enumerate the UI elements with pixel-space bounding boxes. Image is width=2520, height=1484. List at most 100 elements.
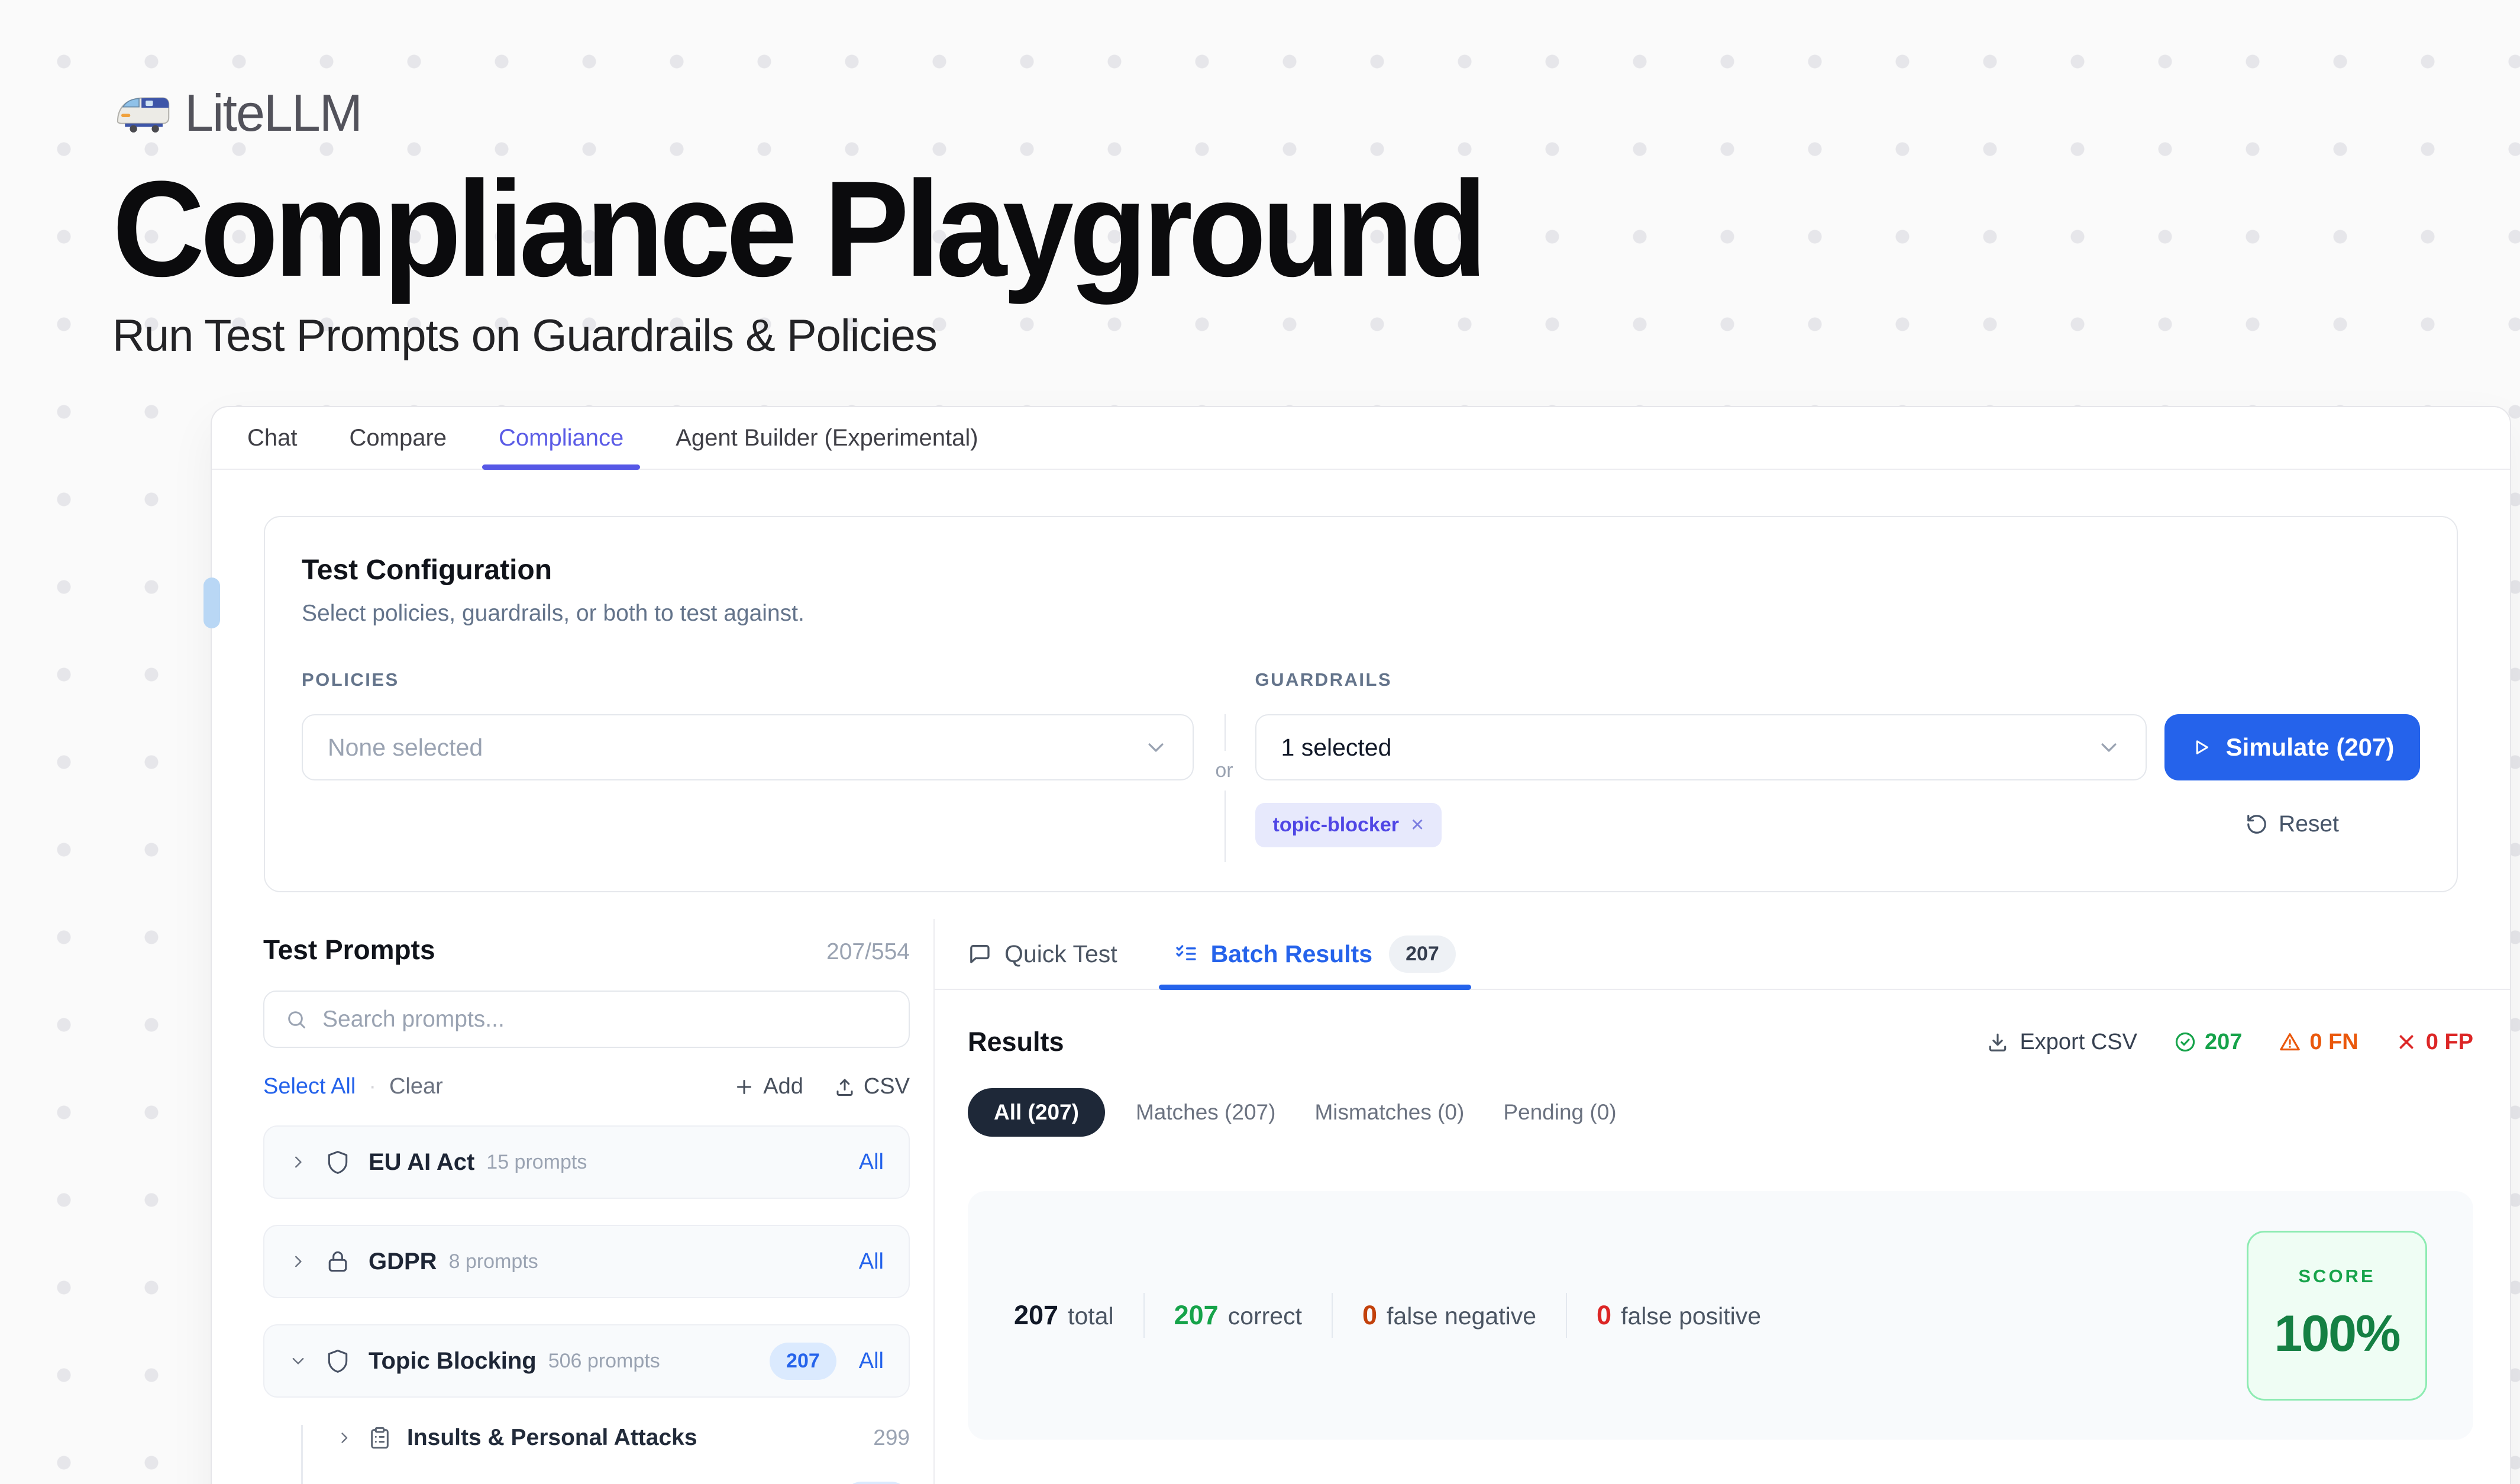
batch-results-label: Batch Results [1211, 940, 1372, 968]
chevron-down-icon [2097, 735, 2121, 759]
guardrails-select-value: 1 selected [1281, 734, 1392, 762]
correct-stat: 207correct [1174, 1300, 1302, 1331]
left-accent-sliver [203, 578, 220, 628]
prompt-search[interactable] [263, 991, 910, 1048]
clear-link[interactable]: Clear [389, 1074, 443, 1099]
prompt-group-topic-blocking[interactable]: Topic Blocking 506 prompts 207 All [263, 1324, 910, 1398]
group-count: 8 prompts [449, 1250, 538, 1273]
policies-select-value: None selected [328, 734, 483, 762]
prompt-group-eu-ai-act[interactable]: EU AI Act 15 prompts All [263, 1125, 910, 1199]
results-tabs: Quick Test Batch Results 207 [935, 919, 2510, 990]
chevron-right-icon [289, 1253, 307, 1270]
warning-triangle-icon [2279, 1031, 2301, 1053]
csv-label: CSV [864, 1074, 910, 1099]
play-icon [2191, 737, 2212, 758]
subgroup-name: Insults & Personal Attacks [407, 1425, 697, 1451]
chevron-right-icon [336, 1430, 353, 1446]
chip-remove-icon[interactable]: × [1411, 812, 1424, 838]
filter-matches[interactable]: Matches (207) [1136, 1100, 1276, 1125]
tab-batch-results[interactable]: Batch Results 207 [1174, 919, 1456, 989]
guardrails-label: GUARDRAILS [1255, 669, 2147, 691]
group-selected-badge: 207 [770, 1343, 836, 1380]
divider [1332, 1293, 1333, 1338]
simulate-button[interactable]: Simulate (207) [2164, 714, 2420, 780]
guardrails-select[interactable]: 1 selected [1255, 714, 2147, 780]
export-csv-button[interactable]: Export CSV [1986, 1030, 2137, 1055]
results-title: Results [968, 1027, 1064, 1057]
subgroup-selected-badge: 207 [843, 1482, 910, 1484]
reset-icon [2246, 813, 2268, 835]
main-tabs: Chat Compare Compliance Agent Builder (E… [212, 407, 2510, 470]
false-positive-metric: 0 FP [2395, 1030, 2473, 1055]
score-label: SCORE [2248, 1266, 2425, 1287]
download-icon [1986, 1031, 2009, 1053]
policies-select[interactable]: None selected [302, 714, 1194, 780]
prompt-group-gdpr[interactable]: GDPR 8 prompts All [263, 1225, 910, 1298]
filter-mismatches[interactable]: Mismatches (0) [1314, 1100, 1464, 1125]
train-logo-icon [112, 91, 172, 135]
reset-label: Reset [2279, 811, 2339, 837]
group-name: GDPR [369, 1249, 437, 1275]
search-icon [286, 1009, 307, 1030]
test-prompts-panel: Test Prompts 207/554 Select All · Clear … [212, 919, 935, 1484]
simulate-label: Simulate (207) [2226, 733, 2395, 762]
config-title: Test Configuration [302, 554, 2420, 586]
brand-name: LiteLLM [185, 83, 361, 143]
chevron-down-icon [289, 1352, 307, 1370]
upload-csv-button[interactable]: CSV [834, 1074, 910, 1099]
search-input[interactable] [322, 1006, 887, 1033]
chevron-down-icon [1144, 735, 1168, 759]
tab-compare[interactable]: Compare [324, 407, 473, 469]
batch-results-badge: 207 [1389, 935, 1456, 973]
group-name: EU AI Act [369, 1149, 474, 1176]
group-all-link[interactable]: All [859, 1150, 884, 1175]
total-stat: 207total [1014, 1300, 1114, 1331]
passed-count: 207 [2205, 1030, 2242, 1055]
results-panel: Quick Test Batch Results 207 Results [935, 919, 2510, 1484]
chevron-right-icon [289, 1153, 307, 1171]
page-subtitle: Run Test Prompts on Guardrails & Policie… [112, 310, 2520, 362]
tab-chat[interactable]: Chat [221, 407, 324, 469]
divider [1143, 1293, 1145, 1338]
divider [1566, 1293, 1567, 1338]
false-negative-stat: 0false negative [1362, 1300, 1536, 1331]
topic-blocking-children: Insults & Personal Attacks 299 Financial… [301, 1425, 910, 1484]
group-count: 506 prompts [548, 1350, 660, 1373]
reset-button[interactable]: Reset [2246, 811, 2339, 837]
group-count: 15 prompts [486, 1151, 587, 1174]
filter-pending[interactable]: Pending (0) [1503, 1100, 1616, 1125]
or-label: or [1213, 751, 1235, 791]
add-prompt-button[interactable]: Add [734, 1074, 803, 1099]
clipboard-icon [368, 1426, 392, 1450]
circle-check-icon [2174, 1031, 2196, 1053]
subgroup-insults[interactable]: Insults & Personal Attacks 299 [336, 1425, 910, 1451]
shield-icon [325, 1149, 351, 1175]
checklist-icon [1174, 942, 1198, 966]
prompts-title: Test Prompts [263, 934, 435, 966]
guardrail-chip-topic-blocker[interactable]: topic-blocker × [1255, 803, 1442, 847]
select-all-link[interactable]: Select All [263, 1074, 356, 1099]
lock-icon [325, 1249, 351, 1275]
group-all-link[interactable]: All [859, 1348, 884, 1374]
x-icon [2395, 1031, 2418, 1053]
false-positive-stat: 0false positive [1597, 1300, 1761, 1331]
main-card: Chat Compare Compliance Agent Builder (E… [211, 406, 2511, 1484]
shield-icon [325, 1348, 351, 1374]
config-subtitle: Select policies, guardrails, or both to … [302, 601, 2420, 627]
results-summary-card: 207total 207correct 0false negative 0fal… [968, 1191, 2473, 1440]
chip-label: topic-blocker [1273, 814, 1399, 837]
group-all-link[interactable]: All [859, 1249, 884, 1275]
passed-metric: 207 [2174, 1030, 2242, 1055]
add-label: Add [763, 1074, 803, 1099]
tab-compliance[interactable]: Compliance [473, 407, 650, 469]
result-filters: All (207) Matches (207) Mismatches (0) P… [935, 1088, 2510, 1137]
fn-count: 0 FN [2309, 1030, 2358, 1055]
tab-quick-test[interactable]: Quick Test [968, 919, 1117, 989]
tab-agent-builder[interactable]: Agent Builder (Experimental) [650, 407, 1004, 469]
false-negative-metric: 0 FN [2279, 1030, 2358, 1055]
filter-all[interactable]: All (207) [968, 1088, 1105, 1137]
policies-label: POLICIES [302, 669, 1194, 691]
score-value: 100% [2248, 1305, 2425, 1363]
dot-separator: · [369, 1074, 376, 1099]
subgroup-financial-advice[interactable]: Financial Advice 207 207 [336, 1482, 910, 1484]
